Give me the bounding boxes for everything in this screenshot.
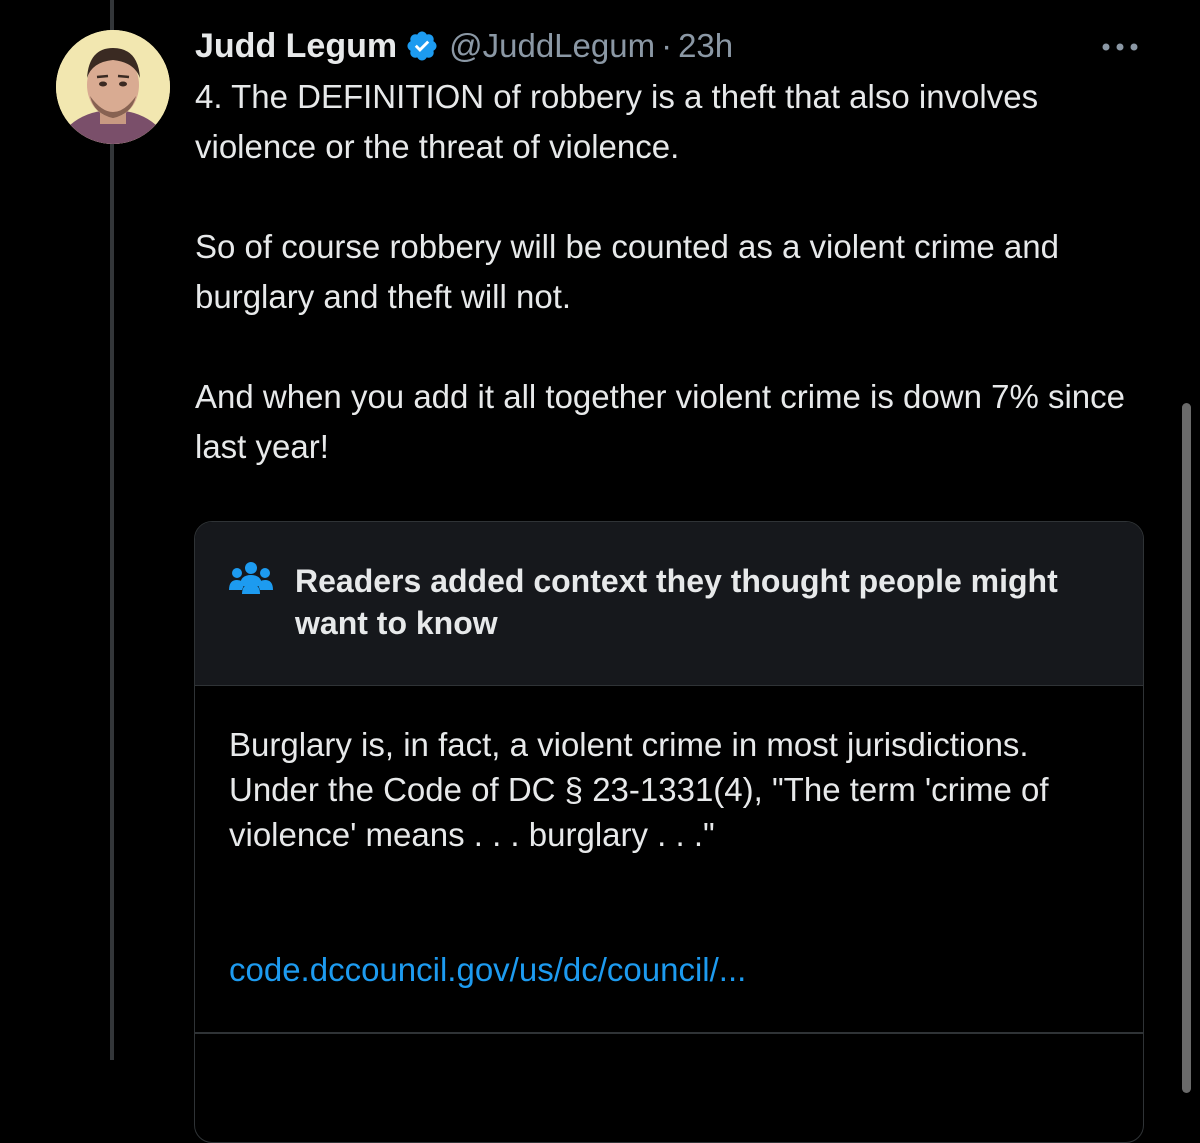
thread-connector-line — [110, 0, 114, 1060]
tweet-paragraph: So of course robbery will be counted as … — [195, 228, 1059, 315]
tweet-text: 4. The DEFINITION of robbery is a theft … — [195, 72, 1125, 472]
community-note-title: Readers added context they thought peopl… — [295, 563, 1058, 641]
more-options-icon[interactable] — [1096, 34, 1144, 60]
tweet-timestamp[interactable]: 23h — [678, 27, 733, 65]
community-note-header: Readers added context they thought peopl… — [195, 522, 1143, 686]
community-note-text: Burglary is, in fact, a violent crime in… — [229, 726, 1049, 853]
tweet-paragraph: And when you add it all together violent… — [195, 378, 1126, 465]
avatar-image — [56, 30, 170, 144]
header-separator: · — [661, 27, 673, 64]
verified-badge-icon[interactable] — [405, 29, 439, 63]
community-note-divider — [195, 1032, 1143, 1034]
scrollbar-thumb[interactable] — [1182, 403, 1191, 1093]
people-group-icon — [229, 560, 273, 596]
tweet-paragraph: 4. The DEFINITION of robbery is a theft … — [195, 78, 1039, 165]
tweet-header: Judd Legum @JuddLegum · 23h — [195, 24, 733, 68]
community-note-source-link[interactable]: code.dccouncil.gov/us/dc/council/... — [229, 947, 746, 992]
community-note-card: Readers added context they thought peopl… — [194, 521, 1144, 1143]
author-handle[interactable]: @JuddLegum — [449, 27, 655, 65]
author-name[interactable]: Judd Legum — [195, 27, 397, 66]
avatar[interactable] — [56, 30, 170, 144]
